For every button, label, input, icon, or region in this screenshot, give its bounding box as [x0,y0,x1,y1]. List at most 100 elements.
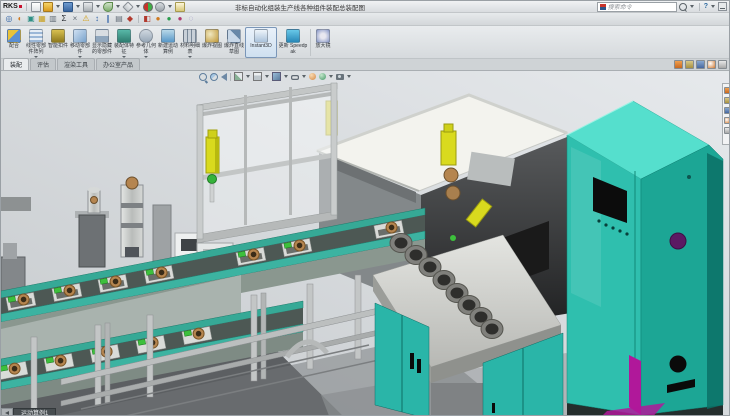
model-safety-enclosure[interactable] [197,83,337,243]
3d-viewport[interactable] [1,71,730,416]
ribbon-linear-pattern-button[interactable]: 线性零部件阵列 [25,27,47,58]
view-orientation-icon[interactable] [253,72,262,81]
select-caret-icon[interactable] [136,5,140,8]
mate-icon[interactable]: ∥ [103,14,113,24]
ribbon-instant3d-button[interactable]: Instant3D [245,27,277,58]
solidworks-resources-icon[interactable] [724,87,730,94]
rebuild-icon[interactable]: ◐ [15,14,25,24]
tab-office-products[interactable]: 办公室产品 [96,58,140,70]
hide-show-items-icon[interactable] [291,75,299,80]
mate-icon [7,29,21,43]
help-icon[interactable]: ? [704,3,708,10]
apply-scene-icon[interactable]: ● [164,14,174,24]
equations-icon[interactable]: Σ [59,14,69,24]
search-area: 搜索命令 ? [597,2,727,12]
custom-properties-icon[interactable] [718,60,727,69]
ribbon-bom-button[interactable]: 材料明细表 [179,27,201,58]
motion-manager-icon[interactable]: ◧ [142,14,152,24]
rebuild-icon[interactable] [143,2,153,12]
search-caret-icon[interactable] [690,5,694,8]
search-input[interactable]: 搜索命令 [597,2,677,12]
explode-line-sketch-icon [227,29,241,43]
bill-of-materials-icon[interactable]: ▤ [114,14,124,24]
ribbon-new-motion-study-button[interactable]: 新建运动算例 [157,27,179,58]
options-icon[interactable] [155,2,165,12]
caret-icon[interactable] [246,75,250,78]
edit-appearance-icon[interactable]: ● [153,14,163,24]
ribbon-smart-fasteners-button[interactable]: 智能扣件 [47,27,69,58]
file-properties-icon[interactable] [175,2,185,12]
interference-check-icon[interactable]: × [70,14,80,24]
display-style-icon[interactable] [272,72,281,81]
view-settings-icon[interactable] [336,74,344,80]
insert-component-icon[interactable]: ▣ [26,14,36,24]
tab-evaluate[interactable]: 评估 [30,58,56,70]
new-document-icon[interactable] [31,2,41,12]
print-caret-icon[interactable] [96,5,100,8]
task-pane-tab[interactable] [722,83,730,145]
appearances-scenes-icon[interactable] [707,60,716,69]
save-caret-icon[interactable] [76,5,80,8]
ribbon-show-hidden-button[interactable]: 显示隐藏的零部件 [91,27,113,58]
search-icon[interactable] [679,3,687,11]
open-caret-icon[interactable] [56,5,60,8]
model-right-cabinet[interactable] [567,101,723,416]
ribbon-update-speedpak-button[interactable]: 更新 Speedpak [277,27,309,58]
ribbon-exploded-view-button[interactable]: 爆炸视图 [201,27,223,58]
smart-fasteners-icon[interactable]: ▦ [37,14,47,24]
separator [699,3,700,11]
open-icon[interactable] [43,2,53,12]
screen-capture-icon[interactable]: ◌ [186,14,196,24]
print-icon[interactable] [83,2,93,12]
ribbon-explode-line-sketch-button[interactable]: 爆炸直线草图 [223,27,245,58]
tab-render-tools[interactable]: 渲染工具 [57,58,95,70]
linear-component-pattern-icon[interactable]: ▥ [48,14,58,24]
ribbon-move-component-button[interactable]: 移动零部件 [69,27,91,58]
select-tool-icon[interactable] [122,1,133,12]
assembly-features-icon[interactable]: ⚠ [81,14,91,24]
file-explorer-icon[interactable] [724,107,730,114]
save-icon[interactable] [63,2,73,12]
select-icon[interactable]: ◎ [4,14,14,24]
search-scope-icon[interactable] [600,4,606,10]
tab-scroll-left-icon[interactable] [1,408,13,416]
caret-icon[interactable] [347,75,351,78]
dropdown-caret-icon[interactable] [188,56,192,58]
apply-scene-icon[interactable] [319,73,326,80]
minimize-button[interactable] [718,2,727,11]
caret-icon[interactable] [329,75,333,78]
motion-study-tab[interactable]: 运动算例1 [13,408,56,416]
options-caret-icon[interactable] [168,5,172,8]
ribbon-assembly-features-button[interactable]: 装配体特征 [113,27,135,58]
tab-assembly[interactable]: 装配 [3,58,29,70]
caret-icon[interactable] [302,75,306,78]
magnifier-icon [316,29,330,43]
render-icon[interactable]: ● [175,14,185,24]
solidworks-resources-icon[interactable] [674,60,683,69]
ribbon-magnifier-button[interactable]: 放大镜 [312,27,334,58]
zoom-area-icon[interactable] [210,73,218,81]
caret-icon[interactable] [265,75,269,78]
ribbon-reference-geometry-button[interactable]: 参考几何体 [135,27,157,58]
zoom-fit-icon[interactable] [199,73,207,81]
dropdown-caret-icon[interactable] [144,56,148,58]
collision-detection-icon[interactable]: ◆ [125,14,135,24]
ribbon-mate-button[interactable]: 配合 [3,27,25,58]
study-tabs: 运动算例1 [1,408,56,416]
separator [230,73,231,81]
file-explorer-icon[interactable] [696,60,705,69]
caret-icon[interactable] [284,75,288,78]
graphics-area[interactable]: 运动算例1 [1,71,730,416]
move-component-icon[interactable]: ↕ [92,14,102,24]
edit-appearance-icon[interactable] [309,73,316,80]
previous-view-icon[interactable] [221,73,227,81]
appearances-scenes-icon[interactable] [724,127,730,134]
view-palette-icon[interactable] [724,117,730,124]
help-caret-icon[interactable] [711,5,715,8]
design-library-icon[interactable] [685,60,694,69]
section-view-icon[interactable] [234,72,243,81]
undo-icon[interactable] [103,2,113,12]
design-library-icon[interactable] [724,97,730,104]
assembly-features-icon [117,29,131,43]
undo-caret-icon[interactable] [116,5,120,8]
